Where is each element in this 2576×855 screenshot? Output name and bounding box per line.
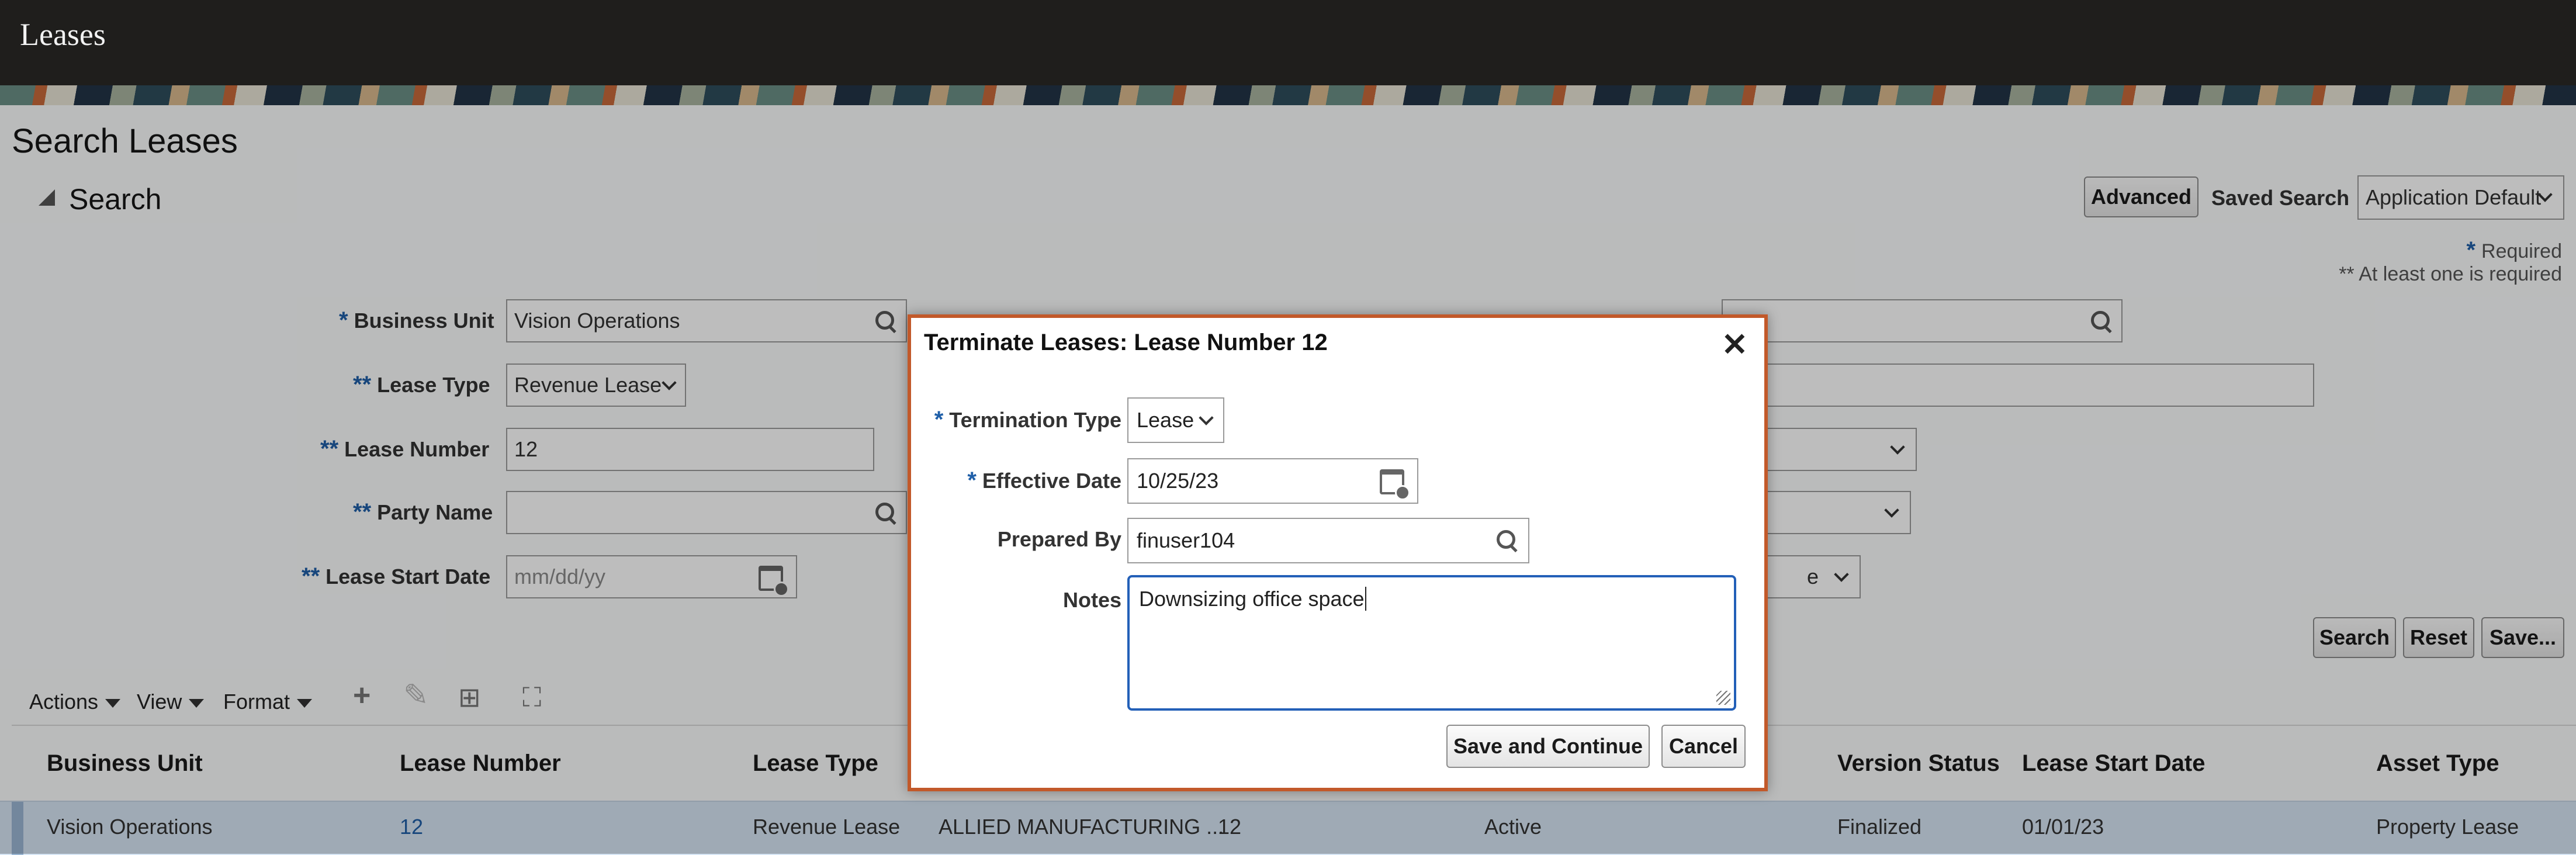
termination-type-label: * Termination Type xyxy=(934,407,1121,432)
calendar-icon[interactable] xyxy=(1380,469,1410,500)
save-and-continue-button[interactable]: Save and Continue xyxy=(1446,725,1650,768)
prepared-by-input[interactable]: finuser104 xyxy=(1127,518,1529,563)
notes-textarea[interactable]: Downsizing office space xyxy=(1127,575,1736,711)
dialog-title: Terminate Leases: Lease Number 12 xyxy=(924,330,1328,355)
search-icon[interactable] xyxy=(1495,529,1519,552)
terminate-leases-dialog: Terminate Leases: Lease Number 12 ✕ * Ter… xyxy=(908,314,1768,791)
title-bar: Leases xyxy=(0,0,2576,85)
chevron-down-icon xyxy=(1199,410,1214,425)
effective-date-input[interactable]: 10/25/23 xyxy=(1127,458,1418,504)
notes-label: Notes xyxy=(1062,588,1121,612)
prepared-by-label: Prepared By xyxy=(997,527,1121,551)
termination-type-select[interactable]: Lease xyxy=(1127,397,1224,443)
close-icon[interactable]: ✕ xyxy=(1722,326,1748,363)
app-title: Leases xyxy=(20,17,106,52)
effective-date-label: * Effective Date xyxy=(967,468,1121,493)
text-cursor xyxy=(1365,587,1366,611)
resize-handle[interactable] xyxy=(1716,691,1730,705)
cancel-button[interactable]: Cancel xyxy=(1661,725,1746,768)
